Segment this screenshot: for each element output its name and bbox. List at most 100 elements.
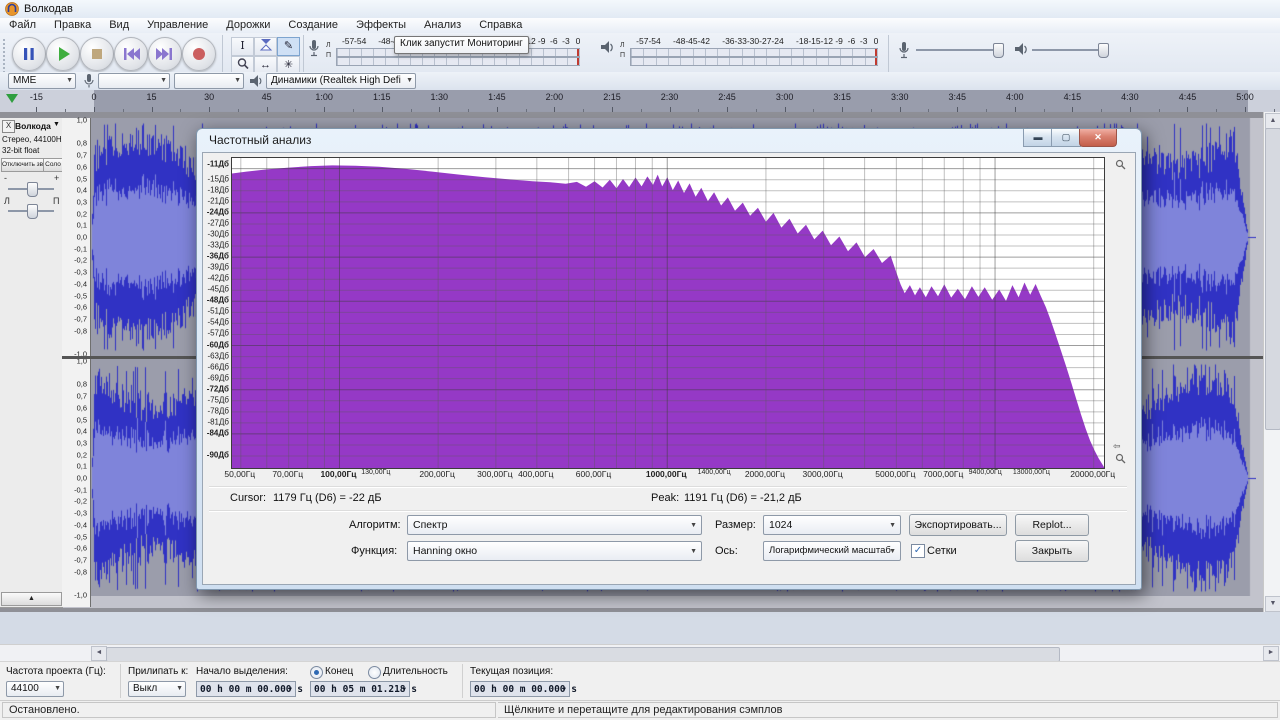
timeline-label-0: 0 (91, 92, 96, 102)
horizontal-scroll-thumb[interactable] (106, 647, 1060, 662)
record-volume-thumb[interactable] (993, 43, 1004, 58)
dialog-maximize-button[interactable]: ▢ (1051, 129, 1081, 147)
menu-2[interactable]: Правка (45, 18, 100, 33)
end-radio-label[interactable]: Конец (325, 666, 353, 677)
quickplay-pin-icon[interactable] (6, 94, 18, 103)
timeline-label-3:15: 3:15 (833, 92, 851, 102)
grids-label[interactable]: Сетки (927, 545, 957, 557)
pause-button[interactable] (12, 37, 46, 71)
playback-meter[interactable]: ЛП-57-54-48-45-42-36-33-30-27-24-18-15-1… (618, 36, 880, 66)
dialog-title: Частотный анализ (209, 133, 311, 147)
meter-tick (754, 58, 755, 65)
record-meter-mic-icon (308, 39, 320, 57)
skip-to-start-button[interactable] (114, 37, 148, 71)
selection-tool-button[interactable]: I (231, 37, 254, 56)
stop-button[interactable] (80, 37, 114, 71)
menu-8[interactable]: Анализ (415, 18, 470, 33)
track-collapse-button[interactable]: ▲ (1, 592, 62, 606)
amp-label-ch2: -0,6 (74, 544, 87, 553)
timeline-label-3:30: 3:30 (891, 92, 909, 102)
export-button[interactable]: Экспортировать... (909, 514, 1007, 536)
end-radio[interactable] (310, 666, 323, 679)
meter-tick (828, 58, 829, 65)
timeline-label-30: 30 (204, 92, 214, 102)
menu-3[interactable]: Вид (100, 18, 138, 33)
meter-tick (470, 58, 471, 65)
track-title[interactable]: Волкодав (15, 121, 51, 131)
draw-tool-button[interactable]: ✎ (277, 37, 300, 56)
amp-label-ch2: 0,3 (77, 438, 87, 447)
menu-4[interactable]: Управление (138, 18, 217, 33)
dialog-minimize-button[interactable]: ▬ (1023, 129, 1053, 147)
y-axis-label--84: -84Дб (207, 428, 229, 437)
snap-to-select[interactable]: Выкл▼ (128, 681, 186, 697)
scroll-left-arrow-icon[interactable]: ◄ (91, 646, 107, 661)
input-device-select[interactable]: ▼ (98, 73, 170, 89)
playback-volume-slider[interactable] (1032, 49, 1108, 51)
algorithm-select[interactable]: Спектр▼ (407, 515, 702, 535)
meter-tick (877, 58, 878, 65)
skip-to-end-button[interactable] (148, 37, 182, 71)
menu-5[interactable]: Дорожки (217, 18, 279, 33)
plot-zoom-out-icon[interactable] (1115, 453, 1126, 466)
length-radio[interactable] (368, 666, 381, 679)
solo-button[interactable]: Соло (43, 158, 63, 172)
output-device-select[interactable]: Динамики (Realtek High Defi▼ (266, 73, 416, 89)
timeline-label--15: -15 (30, 92, 43, 102)
scroll-up-arrow-icon[interactable]: ▲ (1265, 113, 1280, 129)
record-button[interactable] (182, 37, 216, 71)
plot-pan-arrow-icon[interactable]: ⇦ (1113, 441, 1121, 452)
mute-button[interactable]: Отключить звук (1, 158, 44, 172)
play-icon (52, 43, 74, 65)
length-radio-label[interactable]: Длительность (383, 666, 448, 677)
envelope-tool-button[interactable] (254, 37, 277, 56)
play-button[interactable] (46, 37, 80, 71)
plot-zoom-icon[interactable] (1115, 159, 1126, 172)
grids-checkbox[interactable]: ✓ (911, 544, 925, 558)
y-axis-label--42: -42Дб (207, 274, 229, 283)
dialog-close-button[interactable]: ✕ (1079, 129, 1117, 147)
size-select[interactable]: 1024▼ (763, 515, 901, 535)
peak-value: 1191 Гц (D6) = -21,2 дБ (684, 492, 802, 504)
menu-1[interactable]: Файл (0, 18, 45, 33)
selection-end-field[interactable]: 00 h 05 m 01.218 s▼ (310, 681, 410, 697)
meter-tick (398, 58, 399, 65)
status-hint: Щёлкните и перетащите для редактирования… (498, 702, 1278, 718)
stop-icon (86, 43, 108, 65)
meter-tick (656, 58, 657, 65)
menu-6[interactable]: Создание (279, 18, 347, 33)
input-channels-select[interactable]: ▼ (174, 73, 244, 89)
window-title-bar[interactable]: Волкодав (0, 0, 1280, 19)
project-rate-select[interactable]: 44100▼ (6, 681, 64, 697)
selection-toolbar: Частота проекта (Гц): 44100▼ Прилипать к… (0, 661, 1280, 701)
gain-slider-thumb[interactable] (27, 182, 38, 197)
scroll-down-arrow-icon[interactable]: ▼ (1265, 596, 1280, 612)
playback-volume-thumb[interactable] (1098, 43, 1109, 58)
menu-7[interactable]: Эффекты (347, 18, 415, 33)
menu-9[interactable]: Справка (470, 18, 531, 33)
timeline-ruler[interactable]: -1501530451:001:151:301:452:002:152:302:… (0, 90, 1280, 113)
scroll-right-arrow-icon[interactable]: ► (1263, 646, 1279, 661)
track-close-button[interactable]: X (2, 120, 15, 133)
clip-indicator (577, 58, 579, 65)
playback-meter-speaker-icon (600, 40, 614, 54)
spectrum-plot[interactable] (231, 157, 1105, 469)
vertical-scrollbar[interactable]: ▲ ▼ (1263, 112, 1280, 612)
timeline-label-4:00: 4:00 (1006, 92, 1024, 102)
chevron-down-icon: ▼ (54, 685, 61, 692)
record-volume-slider[interactable] (916, 49, 1004, 51)
amp-label-ch1: -0,2 (74, 256, 87, 265)
y-axis-label--78: -78Дб (207, 406, 229, 415)
horizontal-scrollbar[interactable]: ◄ ► (0, 644, 1280, 662)
track-menu-arrow-icon[interactable]: ▼ (53, 121, 60, 128)
function-select[interactable]: Hanning окно▼ (407, 541, 702, 561)
amp-label-ch2: -0,3 (74, 509, 87, 518)
audio-host-select[interactable]: MME▼ (8, 73, 76, 89)
replot-button[interactable]: Replot... (1015, 514, 1089, 536)
axis-select[interactable]: Логарифмический масштаб▼ (763, 541, 901, 561)
position-field[interactable]: 00 h 00 m 00.000 s▼ (470, 681, 570, 697)
pan-slider-thumb[interactable] (27, 204, 38, 219)
dialog-close-action-button[interactable]: Закрыть (1015, 540, 1089, 562)
selection-start-field[interactable]: 00 h 00 m 00.000 s▼ (196, 681, 296, 697)
vertical-scroll-thumb[interactable] (1265, 128, 1280, 430)
